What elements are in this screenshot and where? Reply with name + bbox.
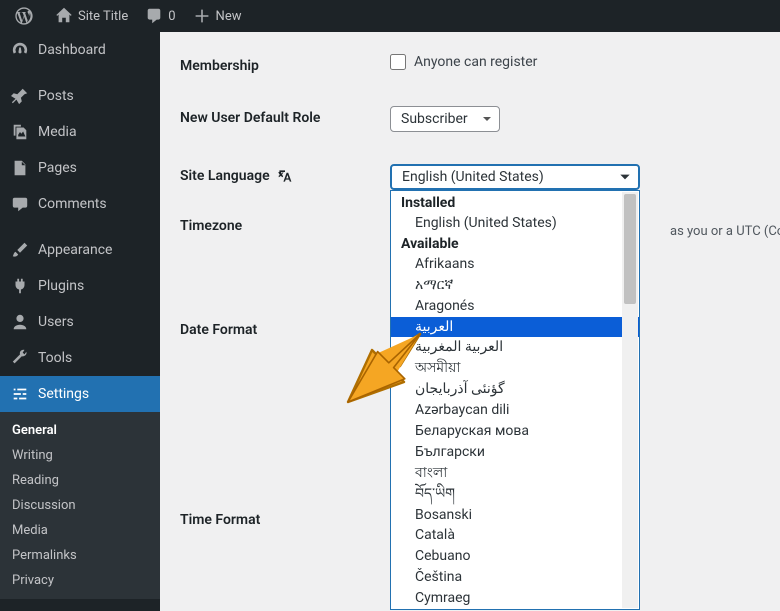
- language-option[interactable]: Bosanski: [391, 505, 639, 526]
- wordpress-icon: [14, 6, 34, 26]
- language-option[interactable]: বাংলা: [391, 463, 639, 484]
- menu-label: Plugins: [38, 278, 84, 294]
- language-option[interactable]: Aragonés: [391, 296, 639, 317]
- plug-icon: [10, 276, 30, 296]
- language-option[interactable]: অসমীয়া: [391, 358, 639, 379]
- sidebar-item-users[interactable]: Users: [0, 304, 160, 340]
- language-option[interactable]: Cymraeg: [391, 588, 639, 609]
- site-title: Site Title: [78, 9, 128, 24]
- page-icon: [10, 158, 30, 178]
- brush-icon: [10, 240, 30, 260]
- language-option[interactable]: Azərbaycan dili: [391, 400, 639, 421]
- menu-label: Appearance: [38, 242, 112, 258]
- scrollbar-thumb[interactable]: [624, 194, 636, 304]
- user-icon: [10, 312, 30, 332]
- label-time-format: Time Format: [180, 508, 390, 528]
- language-option[interactable]: བོད་ཡིག: [391, 484, 639, 505]
- language-option[interactable]: Čeština: [391, 567, 639, 588]
- language-option[interactable]: Català: [391, 525, 639, 546]
- comment-icon: [144, 6, 164, 26]
- menu-label: Pages: [38, 160, 77, 176]
- default-role-value: Subscriber: [401, 111, 468, 127]
- menu-label: Tools: [38, 350, 72, 366]
- site-language-select[interactable]: English (United States): [390, 164, 640, 190]
- label-default-role: New User Default Role: [180, 106, 390, 126]
- language-option[interactable]: العربية المغربية: [391, 337, 639, 358]
- membership-checkbox-text: Anyone can register: [414, 54, 537, 70]
- label-membership: Membership: [180, 54, 390, 74]
- row-membership: Membership Anyone can register: [180, 54, 760, 74]
- settings-submenu: GeneralWritingReadingDiscussionMediaPerm…: [0, 412, 160, 599]
- default-role-select[interactable]: Subscriber: [390, 106, 500, 132]
- submenu-item[interactable]: Reading: [0, 468, 160, 493]
- sidebar-item-tools[interactable]: Tools: [0, 340, 160, 376]
- sidebar-item-comments[interactable]: Comments: [0, 186, 160, 222]
- membership-checkbox[interactable]: [390, 54, 406, 70]
- language-option[interactable]: العربية: [391, 317, 639, 338]
- submenu-item[interactable]: Writing: [0, 443, 160, 468]
- comments-count: 0: [168, 9, 175, 24]
- submenu-item[interactable]: Discussion: [0, 493, 160, 518]
- submenu-item[interactable]: Permalinks: [0, 543, 160, 568]
- menu-label: Posts: [38, 88, 74, 104]
- label-date-format: Date Format: [180, 318, 390, 338]
- wp-logo-menu[interactable]: [6, 0, 46, 32]
- row-site-language: Site Language English (United States) In…: [180, 164, 760, 190]
- media-icon: [10, 122, 30, 142]
- submenu-item[interactable]: Media: [0, 518, 160, 543]
- comments-menu[interactable]: 0: [136, 0, 183, 32]
- dropdown-scrollbar[interactable]: [622, 192, 638, 608]
- home-icon: [54, 6, 74, 26]
- language-option[interactable]: Cebuano: [391, 546, 639, 567]
- optgroup-installed: Installed: [391, 193, 639, 213]
- row-default-role: New User Default Role Subscriber: [180, 106, 760, 132]
- site-language-value: English (United States): [402, 169, 544, 185]
- language-option[interactable]: Беларуская мова: [391, 421, 639, 442]
- sidebar-item-settings[interactable]: Settings: [0, 376, 160, 412]
- label-timezone: Timezone: [180, 214, 390, 234]
- translate-icon: [277, 168, 293, 184]
- sidebar-item-pages[interactable]: Pages: [0, 150, 160, 186]
- language-option[interactable]: አማርኛ: [391, 275, 639, 296]
- menu-label: Dashboard: [38, 42, 106, 58]
- sidebar-item-posts[interactable]: Posts: [0, 78, 160, 114]
- chevron-down-icon: [618, 170, 632, 184]
- admin-bar: Site Title 0 New: [0, 0, 780, 32]
- menu-label: Comments: [38, 196, 107, 212]
- submenu-item[interactable]: Privacy: [0, 568, 160, 593]
- membership-checkbox-label[interactable]: Anyone can register: [390, 54, 760, 70]
- dashboard-icon: [10, 40, 30, 60]
- menu-label: Users: [38, 314, 74, 330]
- wrench-icon: [10, 348, 30, 368]
- site-menu[interactable]: Site Title: [46, 0, 136, 32]
- language-option[interactable]: Afrikaans: [391, 254, 639, 275]
- settings-general-form: Membership Anyone can register New User …: [160, 32, 780, 611]
- label-site-language: Site Language: [180, 164, 390, 184]
- sidebar-item-plugins[interactable]: Plugins: [0, 268, 160, 304]
- sidebar-item-appearance[interactable]: Appearance: [0, 232, 160, 268]
- optgroup-available: Available: [391, 234, 639, 254]
- site-language-dropdown[interactable]: InstalledEnglish (United States)Availabl…: [390, 190, 640, 610]
- menu-label: Settings: [38, 386, 89, 402]
- comments-icon: [10, 194, 30, 214]
- submenu-item[interactable]: General: [0, 418, 160, 443]
- sidebar-item-media[interactable]: Media: [0, 114, 160, 150]
- language-option[interactable]: گؤنئی آذربایجان: [391, 379, 639, 400]
- sidebar-item-dashboard[interactable]: Dashboard: [0, 32, 160, 68]
- sliders-icon: [10, 384, 30, 404]
- language-option[interactable]: Български: [391, 442, 639, 463]
- language-option[interactable]: English (United States): [391, 213, 639, 234]
- menu-label: Media: [38, 124, 77, 140]
- new-label: New: [216, 9, 242, 24]
- new-content-menu[interactable]: New: [184, 0, 250, 32]
- chevron-down-icon: [481, 113, 493, 125]
- admin-sidebar: Dashboard Posts Media Pages Comments App…: [0, 32, 160, 611]
- timezone-description: as you or a UTC (Coo: [670, 224, 780, 239]
- pin-icon: [10, 86, 30, 106]
- plus-icon: [192, 6, 212, 26]
